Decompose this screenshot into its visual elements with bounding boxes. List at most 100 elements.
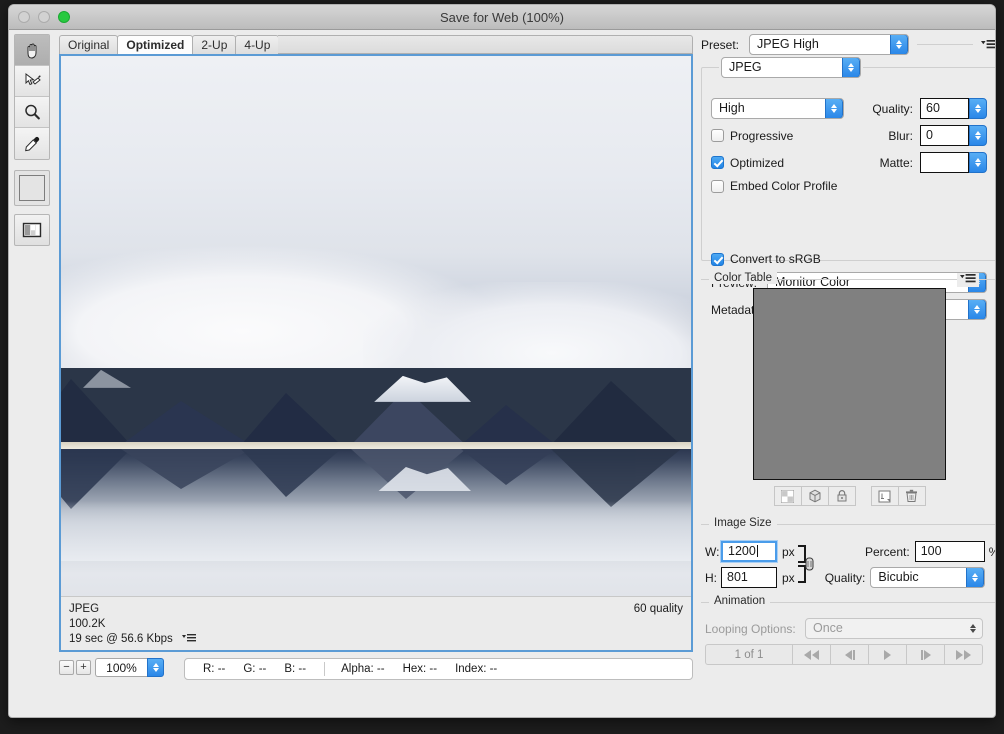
matte-label: Matte:	[879, 155, 913, 170]
blur-stepper[interactable]	[969, 125, 987, 146]
readout-index: Index: --	[455, 663, 498, 675]
chevron-updown-icon	[966, 568, 985, 587]
view-tabs: Original Optimized 2-Up 4-Up	[59, 34, 693, 54]
color-table-actions	[701, 486, 995, 506]
looping-options-select: Once	[805, 618, 983, 639]
mountain-range	[61, 367, 691, 446]
save-for-web-window: Save for Web (100%) Original Optimized 2…	[8, 4, 996, 718]
preset-value: JPEG High	[757, 37, 819, 51]
hand-tool[interactable]	[15, 35, 49, 66]
chevron-updown-icon	[842, 58, 860, 77]
readout-r: R: --	[203, 663, 226, 675]
slice-select-icon	[25, 72, 41, 86]
optimized-label: Optimized	[730, 155, 785, 170]
percent-unit: %	[989, 545, 995, 559]
readout-b: B: --	[284, 663, 307, 675]
looping-options-label: Looping Options:	[705, 621, 796, 636]
zoom-tool[interactable]	[15, 97, 49, 128]
embed-color-profile-label: Embed Color Profile	[730, 179, 838, 193]
percent-field[interactable]: 100	[914, 541, 985, 562]
animation-group: Animation Looping Options: Once 1 of 1	[701, 595, 995, 665]
chevron-updown-icon	[964, 619, 982, 638]
blur-field[interactable]: 0	[920, 125, 969, 146]
width-label: W:	[705, 544, 720, 559]
constrain-proportions-icon	[797, 545, 814, 583]
preset-select[interactable]: JPEG High	[749, 34, 909, 55]
lock-icon[interactable]	[827, 486, 856, 506]
zoom-level-field[interactable]: 100%	[95, 658, 147, 677]
tab-optimized[interactable]: Optimized	[117, 35, 194, 54]
resample-quality-value: Bicubic	[878, 570, 919, 584]
quality-label: Quality:	[872, 101, 913, 116]
resample-quality-select[interactable]: Bicubic	[870, 567, 986, 588]
progressive-checkbox[interactable]	[711, 129, 724, 142]
optimized-checkbox[interactable]	[711, 156, 724, 169]
readout-g: G: --	[243, 663, 267, 675]
looping-options-value: Once	[813, 621, 843, 635]
toggle-slices-button[interactable]	[14, 214, 50, 246]
embed-profile-row: Embed Color Profile	[711, 179, 987, 193]
matte-field[interactable]	[920, 152, 969, 173]
height-field[interactable]: 801	[721, 567, 777, 588]
download-rate-flyout-icon[interactable]	[181, 633, 196, 648]
dialog-body: Original Optimized 2-Up 4-Up JPEG 100.2K…	[9, 30, 995, 717]
title-bar: Save for Web (100%)	[9, 5, 995, 30]
quality-preset-row: High Quality: 60	[711, 98, 987, 119]
info-filesize: 100.2K	[69, 618, 106, 630]
slice-select-tool[interactable]	[15, 66, 49, 97]
file-format-select[interactable]: JPEG	[721, 57, 861, 78]
frame-counter: 1 of 1	[734, 648, 764, 661]
chevron-updown-icon	[890, 35, 908, 54]
last-frame-button	[944, 645, 982, 664]
quality-preset-select[interactable]: High	[711, 98, 845, 119]
width-field[interactable]: 1200	[721, 541, 777, 562]
image-size-group: Image Size W: 1200 px H: 801 px Percent:…	[701, 517, 995, 588]
convert-to-srgb-label: Convert to sRGB	[730, 252, 821, 266]
tab-4up[interactable]: 4-Up	[235, 35, 280, 54]
file-format-group: JPEG High Quality: 60 Progressive Blur: …	[701, 57, 995, 320]
toolbar	[14, 34, 54, 246]
web-shift-cube-icon[interactable]	[800, 486, 829, 506]
tab-original[interactable]: Original	[59, 35, 119, 54]
image-canvas[interactable]: JPEG 100.2K 19 sec @ 56.6 Kbps 60 qualit…	[59, 54, 693, 652]
quality-field[interactable]: 60	[920, 98, 969, 119]
eyedropper-color-swatch[interactable]	[14, 170, 50, 206]
animation-controls: 1 of 1	[705, 644, 983, 665]
resample-quality-label: Quality:	[824, 570, 866, 585]
optimized-row: Optimized Matte:	[711, 152, 987, 173]
color-table-flyout-menu-icon[interactable]	[957, 273, 979, 287]
quality-stepper[interactable]	[969, 98, 987, 119]
matte-stepper[interactable]	[969, 152, 987, 173]
readout-alpha: Alpha: --	[324, 662, 385, 676]
tab-2up[interactable]: 2-Up	[192, 35, 237, 54]
play-button	[868, 645, 906, 664]
hand-icon	[27, 43, 37, 59]
percent-label: Percent:	[865, 544, 910, 559]
blur-label: Blur:	[888, 128, 913, 143]
height-label: H:	[705, 570, 717, 585]
embed-color-profile-checkbox[interactable]	[711, 179, 724, 193]
zoom-stepper[interactable]	[147, 658, 164, 677]
info-download-time: 19 sec @ 56.6 Kbps	[69, 633, 173, 645]
eyedropper-icon	[25, 136, 40, 151]
preset-flyout-menu-icon[interactable]	[981, 39, 995, 50]
new-color-icon[interactable]	[870, 486, 899, 506]
transparency-icon[interactable]	[773, 486, 802, 506]
convert-to-srgb-checkbox[interactable]	[711, 252, 724, 266]
file-format-value: JPEG	[729, 60, 762, 74]
color-table-legend: Color Table	[709, 272, 777, 284]
zoom-in-button[interactable]: +	[76, 660, 91, 675]
quality-preset-value: High	[719, 101, 745, 115]
trash-icon[interactable]	[897, 486, 926, 506]
convert-srgb-row: Convert to sRGB	[711, 252, 987, 266]
settings-panel: Preset: JPEG High JPEG High Quality: 60 …	[701, 34, 995, 665]
zoom-out-button[interactable]: −	[59, 660, 74, 675]
info-format: JPEG	[69, 603, 100, 615]
window-title: Save for Web (100%)	[439, 10, 565, 25]
eyedropper-tool[interactable]	[15, 128, 49, 159]
color-table-swatch-grid[interactable]	[752, 288, 946, 480]
swatch-color	[19, 175, 45, 201]
height-unit: px	[782, 570, 795, 585]
color-readout: R: -- G: -- B: -- Alpha: -- Hex: -- Inde…	[184, 658, 693, 680]
slices-visibility-icon	[22, 222, 42, 238]
